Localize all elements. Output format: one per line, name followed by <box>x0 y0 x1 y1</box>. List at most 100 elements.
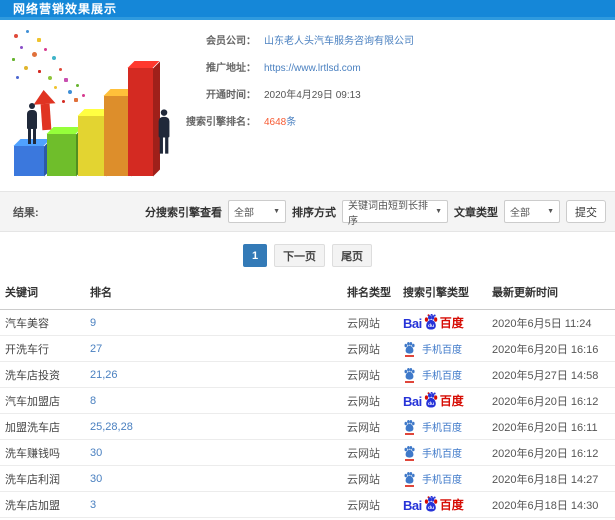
keyword-cell: 洗车店加盟 <box>0 491 90 518</box>
bar <box>128 68 153 176</box>
info-row: 推广地址： https://www.lrtlsd.com <box>182 63 414 75</box>
rank-link[interactable]: 30 <box>90 447 102 459</box>
engine-cell: 手机百度 <box>403 413 492 440</box>
mobile-baidu-link[interactable]: 手机百度 <box>403 341 462 357</box>
engine-view-label: 分搜索引擎查看 <box>145 206 222 219</box>
sort-selected-value: 关键词由短到长排序 <box>348 200 428 227</box>
rank-type-cell: 云网站 <box>347 491 403 518</box>
column-header: 最新更新时间 <box>492 276 615 310</box>
mobile-baidu-link[interactable]: 手机百度 <box>403 419 462 435</box>
mobile-baidu-paw-icon <box>403 367 417 383</box>
mobile-baidu-label: 手机百度 <box>422 371 462 382</box>
article-type-selected-value: 全部 <box>510 208 530 219</box>
rank-type-cell: 云网站 <box>347 439 403 466</box>
engine-cell: Bai du 百度 <box>403 491 492 518</box>
rank-cell: 3 <box>90 491 347 518</box>
member-company-label: 会员公司： <box>206 36 256 47</box>
baidu-logo[interactable]: Bai du 百度 <box>403 392 464 408</box>
engine-cell: 手机百度 <box>403 335 492 362</box>
result-label: 结果: <box>13 206 39 219</box>
keyword-cell: 洗车店利润 <box>0 465 90 492</box>
table-row: 汽车加盟店 8 云网站 Bai du 百度 2020年6月20日 16:12 <box>0 387 615 414</box>
rank-link[interactable]: 30 <box>90 473 102 485</box>
engine-cell: 手机百度 <box>403 465 492 492</box>
table-header-row: 关键词 排名 排名类型 搜索引擎类型 最新更新时间 <box>0 276 615 310</box>
filter-bar: 结果: 分搜索引擎查看 全部 ▼ 排序方式 关键词由短到长排序 ▼ 文章类型 全… <box>0 191 615 232</box>
rank-link[interactable]: 25,28,28 <box>90 421 133 433</box>
baidu-logo[interactable]: Bai du 百度 <box>403 314 464 330</box>
last-page-button[interactable]: 尾页 <box>332 244 373 267</box>
rank-type-cell: 云网站 <box>347 309 403 336</box>
next-page-button[interactable]: 下一页 <box>274 244 326 267</box>
bar <box>78 116 106 176</box>
baidu-paw-icon: du <box>424 496 438 512</box>
table-row: 洗车店利润 30 云网站 手机百度 2020年6月18日 14:27 <box>0 465 615 492</box>
keyword-cell: 洗车店投资 <box>0 361 90 388</box>
rank-cell: 25,28,28 <box>90 413 347 440</box>
rank-type-cell: 云网站 <box>347 387 403 414</box>
page-1-button[interactable]: 1 <box>242 244 268 267</box>
updated-cell: 2020年6月5日 11:24 <box>492 309 615 336</box>
updated-cell: 2020年5月27日 14:58 <box>492 361 615 388</box>
updated-cell: 2020年6月20日 16:12 <box>492 387 615 414</box>
column-header: 搜索引擎类型 <box>403 276 492 310</box>
table-row: 汽车美容 9 云网站 Bai du 百度 2020年6月5日 11:24 <box>0 309 615 336</box>
keyword-cell: 加盟洗车店 <box>0 413 90 440</box>
mobile-baidu-label: 手机百度 <box>422 345 462 356</box>
rank-cell: 27 <box>90 335 347 362</box>
chevron-down-icon: ▼ <box>547 208 554 215</box>
info-row: 搜索引擎排名： 4648 条 <box>182 117 414 129</box>
mobile-baidu-link[interactable]: 手机百度 <box>403 445 462 461</box>
column-header: 排名 <box>90 276 347 310</box>
rank-cell: 30 <box>90 465 347 492</box>
member-company[interactable]: 山东老人头汽车服务咨询有限公司 <box>264 36 414 48</box>
baidu-paw-icon <box>404 341 415 354</box>
engine-cell: 手机百度 <box>403 361 492 388</box>
mobile-baidu-label: 手机百度 <box>422 449 462 460</box>
company-info-list: 会员公司： 山东老人头汽车服务咨询有限公司推广地址： https://www.lrt… <box>182 26 414 188</box>
promo-url[interactable]: https://www.lrtlsd.com <box>264 63 361 75</box>
rank-cell: 21,26 <box>90 361 347 388</box>
businessman-figure <box>24 103 39 144</box>
rank-link[interactable]: 3 <box>90 499 96 511</box>
rank-cell: 30 <box>90 439 347 466</box>
submit-button[interactable]: 提交 <box>566 200 606 223</box>
rank-link[interactable]: 8 <box>90 395 96 407</box>
mobile-baidu-label: 手机百度 <box>422 423 462 434</box>
promo-url-label: 推广地址： <box>206 63 256 74</box>
chevron-down-icon: ▼ <box>273 208 280 215</box>
info-row: 开通时间： 2020年4月29日 09:13 <box>182 90 414 102</box>
engine-cell: 手机百度 <box>403 439 492 466</box>
engine-view-select[interactable]: 全部 ▼ <box>228 200 286 223</box>
engine-rank-count: 4648 <box>264 117 287 128</box>
baidu-paw-icon <box>404 445 415 458</box>
table-row: 开洗车行 27 云网站 手机百度 2020年6月20日 16:16 <box>0 335 615 362</box>
rank-type-cell: 云网站 <box>347 413 403 440</box>
column-header: 排名类型 <box>347 276 403 310</box>
app-header: 网络营销效果展示 <box>0 0 615 20</box>
mobile-baidu-paw-icon <box>403 445 417 461</box>
table-row: 加盟洗车店 25,28,28 云网站 手机百度 2020年6月20日 16:11 <box>0 413 615 440</box>
rank-link[interactable]: 21,26 <box>90 369 118 381</box>
mobile-baidu-paw-icon <box>403 341 417 357</box>
article-type-select[interactable]: 全部 ▼ <box>504 200 560 223</box>
bar-chart-illustration <box>4 26 182 184</box>
bar <box>104 96 131 176</box>
sort-select[interactable]: 关键词由短到长排序 ▼ <box>342 200 448 227</box>
svg-text:du: du <box>428 505 434 511</box>
rank-cell: 9 <box>90 309 347 336</box>
engine-rank-count-label: 搜索引擎排名： <box>186 117 256 128</box>
baidu-logo[interactable]: Bai du 百度 <box>403 496 464 512</box>
keyword-cell: 汽车美容 <box>0 309 90 336</box>
updated-cell: 2020年6月20日 16:12 <box>492 439 615 466</box>
rank-link[interactable]: 9 <box>90 317 96 329</box>
baidu-paw-icon <box>404 471 415 484</box>
table-row: 洗车店投资 21,26 云网站 手机百度 2020年5月27日 14:58 <box>0 361 615 388</box>
rank-link[interactable]: 27 <box>90 343 102 355</box>
profile-section: 会员公司： 山东老人头汽车服务咨询有限公司推广地址： https://www.lrt… <box>0 26 615 188</box>
open-time-label: 开通时间： <box>206 90 256 101</box>
mobile-baidu-link[interactable]: 手机百度 <box>403 367 462 383</box>
baidu-paw-icon <box>404 419 415 432</box>
article-type-label: 文章类型 <box>454 206 498 219</box>
mobile-baidu-link[interactable]: 手机百度 <box>403 471 462 487</box>
